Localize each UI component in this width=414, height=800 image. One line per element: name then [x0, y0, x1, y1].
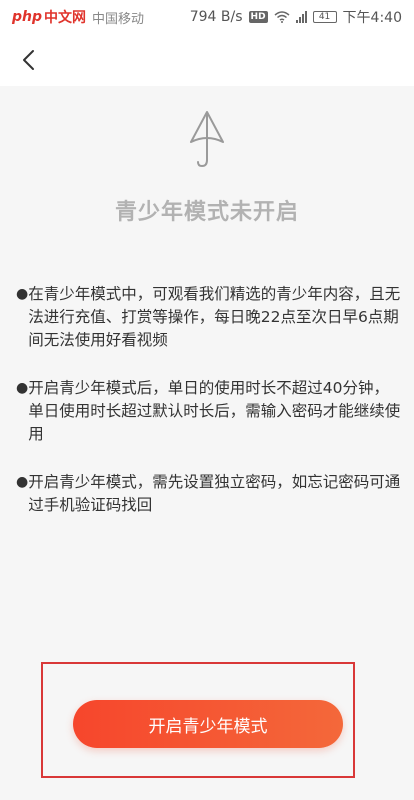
chevron-left-icon	[23, 50, 34, 70]
wifi-icon	[274, 11, 290, 23]
battery-icon: 41	[312, 11, 337, 23]
rule-text: 开启青少年模式后，单日的使用时长不超过40分钟，单日使用时长超过默认时长后，需输…	[28, 379, 401, 443]
net-speed: 794 B/s	[189, 9, 243, 25]
umbrella-icon	[190, 111, 224, 168]
list-item: ● 开启青少年模式后，单日的使用时长不超过40分钟，单日使用时长超过默认时长后，…	[16, 377, 402, 446]
rule-text: 开启青少年模式，需先设置独立密码，如忘记密码可通过手机验证码找回	[28, 473, 401, 514]
hd-badge: HD	[248, 11, 268, 23]
signal-icon	[295, 11, 307, 23]
site-watermark: php 中文网	[12, 7, 86, 27]
watermark-php: php	[12, 9, 43, 25]
nav-bar	[0, 34, 414, 86]
enable-teen-mode-button[interactable]: 开启青少年模式	[73, 700, 343, 748]
status-bar-left: php 中文网 中国移动	[12, 7, 144, 27]
status-bar: php 中文网 中国移动 794 B/s HD 41 下午4:40	[0, 0, 414, 34]
bullet: ●	[16, 474, 29, 490]
carrier-name: 中国移动	[92, 11, 145, 27]
status-bar-right: 794 B/s HD 41 下午4:40	[190, 7, 402, 27]
page-title: 青少年模式未开启	[114, 200, 299, 225]
list-item: ● 在青少年模式中，可观看我们精选的青少年内容，且无法进行充值、打赏等操作，每日…	[16, 283, 402, 352]
rule-list: ● 在青少年模式中，可观看我们精选的青少年内容，且无法进行充值、打赏等操作，每日…	[16, 283, 402, 542]
rule-text: 在青少年模式中，可观看我们精选的青少年内容，且无法进行充值、打赏等操作，每日晚2…	[28, 285, 401, 349]
clock: 下午4:40	[342, 10, 402, 26]
battery-level: 41	[318, 12, 331, 22]
watermark-cn: 中文网	[44, 10, 87, 26]
bullet: ●	[16, 380, 29, 396]
back-button[interactable]	[8, 40, 48, 80]
list-item: ● 开启青少年模式，需先设置独立密码，如忘记密码可通过手机验证码找回	[16, 471, 402, 517]
bullet: ●	[16, 286, 29, 302]
